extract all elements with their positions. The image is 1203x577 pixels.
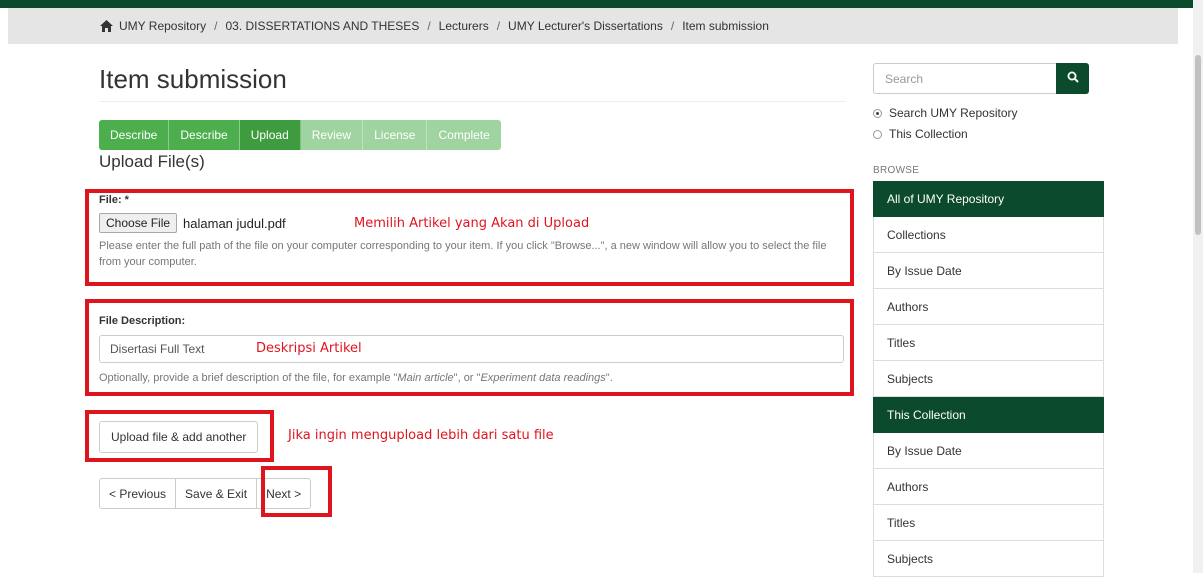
breadcrumb-link-lecturer-dissertations[interactable]: UMY Lecturer's Dissertations [508,19,663,33]
radio-checked-icon[interactable] [873,108,882,118]
home-icon[interactable] [100,20,113,32]
step-describe-2[interactable]: Describe [169,120,240,150]
collection-browse-subjects[interactable]: Subjects [873,541,1104,577]
submission-progress-steps: Describe Describe Upload Review License … [99,120,501,150]
scope-option-repository[interactable]: Search UMY Repository [873,106,1018,120]
search-input[interactable]: Search [873,63,1056,94]
browse-item-titles[interactable]: Titles [873,325,1104,361]
scope-option-label: Search UMY Repository [889,106,1018,120]
browse-group-header-repository: All of UMY Repository [873,181,1104,217]
page-scrollbar[interactable] [1193,0,1203,573]
browse-heading: BROWSE [873,165,920,176]
annotation-text-description: Deskripsi Artikel [256,341,362,356]
annotation-box-next [261,466,332,517]
step-complete: Complete [427,120,501,150]
browse-list: All of UMY Repository Collections By Iss… [873,181,1104,577]
search-button[interactable] [1056,63,1089,94]
save-exit-button[interactable]: Save & Exit [175,478,258,509]
top-accent-bar [0,0,1203,8]
annotation-box-description [85,299,854,396]
browse-item-by-issue-date[interactable]: By Issue Date [873,253,1104,289]
breadcrumb-separator: / [496,19,501,33]
collection-browse-authors[interactable]: Authors [873,469,1104,505]
scope-option-collection[interactable]: This Collection [873,127,968,141]
annotation-text-file: Memilih Artikel yang Akan di Upload [354,216,590,231]
page-title: Item submission [99,64,287,94]
breadcrumb: UMY Repository / 03. DISSERTATIONS AND T… [8,8,1178,44]
breadcrumb-current: Item submission [682,19,769,33]
scrollbar-thumb[interactable] [1195,55,1201,235]
breadcrumb-separator: / [427,19,431,33]
browse-item-collections[interactable]: Collections [873,217,1104,253]
breadcrumb-separator: / [214,19,218,33]
search-icon [1067,70,1079,88]
annotation-box-upload-another [85,410,274,462]
step-describe-1[interactable]: Describe [99,120,170,150]
step-review: Review [300,120,364,150]
breadcrumb-link-repository[interactable]: UMY Repository [119,19,206,33]
annotation-box-file [85,189,854,286]
annotation-text-upload-another: Jika ingin mengupload lebih dari satu fi… [288,428,554,443]
breadcrumb-separator: / [670,19,675,33]
collection-browse-by-issue-date[interactable]: By Issue Date [873,433,1104,469]
scope-option-label: This Collection [889,127,968,141]
browse-item-authors[interactable]: Authors [873,289,1104,325]
step-upload[interactable]: Upload [239,120,301,150]
previous-button[interactable]: < Previous [99,478,177,509]
collection-browse-titles[interactable]: Titles [873,505,1104,541]
breadcrumb-link-dissertations[interactable]: 03. DISSERTATIONS AND THESES [225,19,419,33]
step-license: License [363,120,428,150]
radio-unchecked-icon[interactable] [873,129,882,139]
breadcrumb-link-lecturers[interactable]: Lecturers [439,19,489,33]
browse-group-header-collection: This Collection [873,397,1104,433]
title-divider [99,101,846,102]
section-title: Upload File(s) [99,152,205,171]
browse-item-subjects[interactable]: Subjects [873,361,1104,397]
sidebar-search: Search [873,63,1089,94]
